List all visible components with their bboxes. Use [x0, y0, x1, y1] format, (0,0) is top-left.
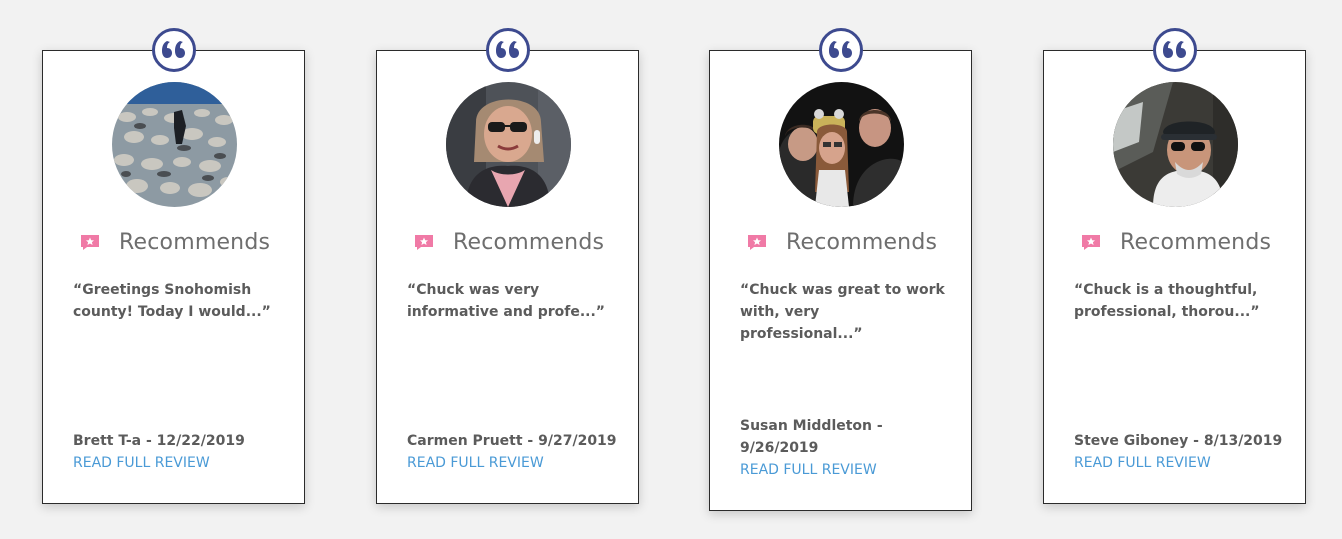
recommends-label: Recommends [786, 229, 938, 255]
quote-badge [152, 28, 196, 72]
quote-marks-icon [162, 41, 185, 58]
review-excerpt: “Chuck is a thoughtful, professional, th… [1074, 282, 1260, 320]
recommend-icon [1082, 235, 1100, 250]
quote-badge [486, 28, 530, 72]
reviewer-name: Brett T-a [73, 433, 142, 449]
recommends-row: Recommends [79, 227, 294, 257]
review-card: Recommends “Chuck was very informative a… [376, 28, 639, 504]
review-card: Recommends “Greetings Snohomish county! … [42, 28, 305, 504]
review-card: Recommends “Chuck was great to work with… [709, 28, 972, 511]
recommends-row: Recommends [746, 227, 961, 257]
recommend-icon [415, 235, 433, 250]
quote-marks-icon [829, 41, 852, 58]
reviewer-avatar [112, 82, 237, 207]
reviewer-avatar [1113, 82, 1238, 207]
recommends-row: Recommends [1080, 227, 1295, 257]
review-date: 12/22/2019 [156, 433, 245, 449]
quote-marks-icon [496, 41, 519, 58]
recommends-label: Recommends [119, 229, 271, 255]
quote-badge [819, 28, 863, 72]
reviewer-name: Carmen Pruett [407, 433, 523, 449]
reviewer-name: Steve Giboney [1074, 433, 1189, 449]
recommends-label: Recommends [453, 229, 605, 255]
review-date: 9/26/2019 [740, 440, 819, 456]
reviewer-byline: Carmen Pruett - 9/27/2019 [407, 433, 617, 449]
read-full-review-link[interactable]: READ FULL REVIEW [740, 459, 877, 481]
recommends-row: Recommends [413, 227, 628, 257]
recommends-label: Recommends [1120, 229, 1272, 255]
reviews-carousel: Recommends “Greetings Snohomish county! … [0, 0, 1342, 539]
reviewer-byline: Susan Middleton - 9/26/2019 [740, 418, 883, 456]
review-date: 9/27/2019 [538, 433, 617, 449]
reviewer-avatar [446, 82, 571, 207]
quote-marks-icon [1163, 41, 1186, 58]
review-date: 8/13/2019 [1203, 433, 1283, 449]
review-card: Recommends “Chuck is a thoughtful, profe… [1043, 28, 1306, 504]
review-excerpt: “Chuck was very informative and profe...… [407, 282, 605, 320]
reviewer-byline: Brett T-a - 12/22/2019 [73, 433, 245, 449]
reviewer-byline: Steve Giboney - 8/13/2019 [1074, 433, 1283, 449]
reviewer-avatar [779, 82, 904, 207]
recommend-icon [748, 235, 766, 250]
review-excerpt: “Chuck was great to work with, very prof… [740, 282, 945, 342]
review-excerpt: “Greetings Snohomish county! Today I wou… [73, 282, 271, 320]
reviewer-name: Susan Middleton [740, 418, 873, 434]
quote-badge [1153, 28, 1197, 72]
read-full-review-link[interactable]: READ FULL REVIEW [73, 452, 210, 474]
recommend-icon [81, 235, 99, 250]
read-full-review-link[interactable]: READ FULL REVIEW [1074, 452, 1211, 474]
read-full-review-link[interactable]: READ FULL REVIEW [407, 452, 544, 474]
